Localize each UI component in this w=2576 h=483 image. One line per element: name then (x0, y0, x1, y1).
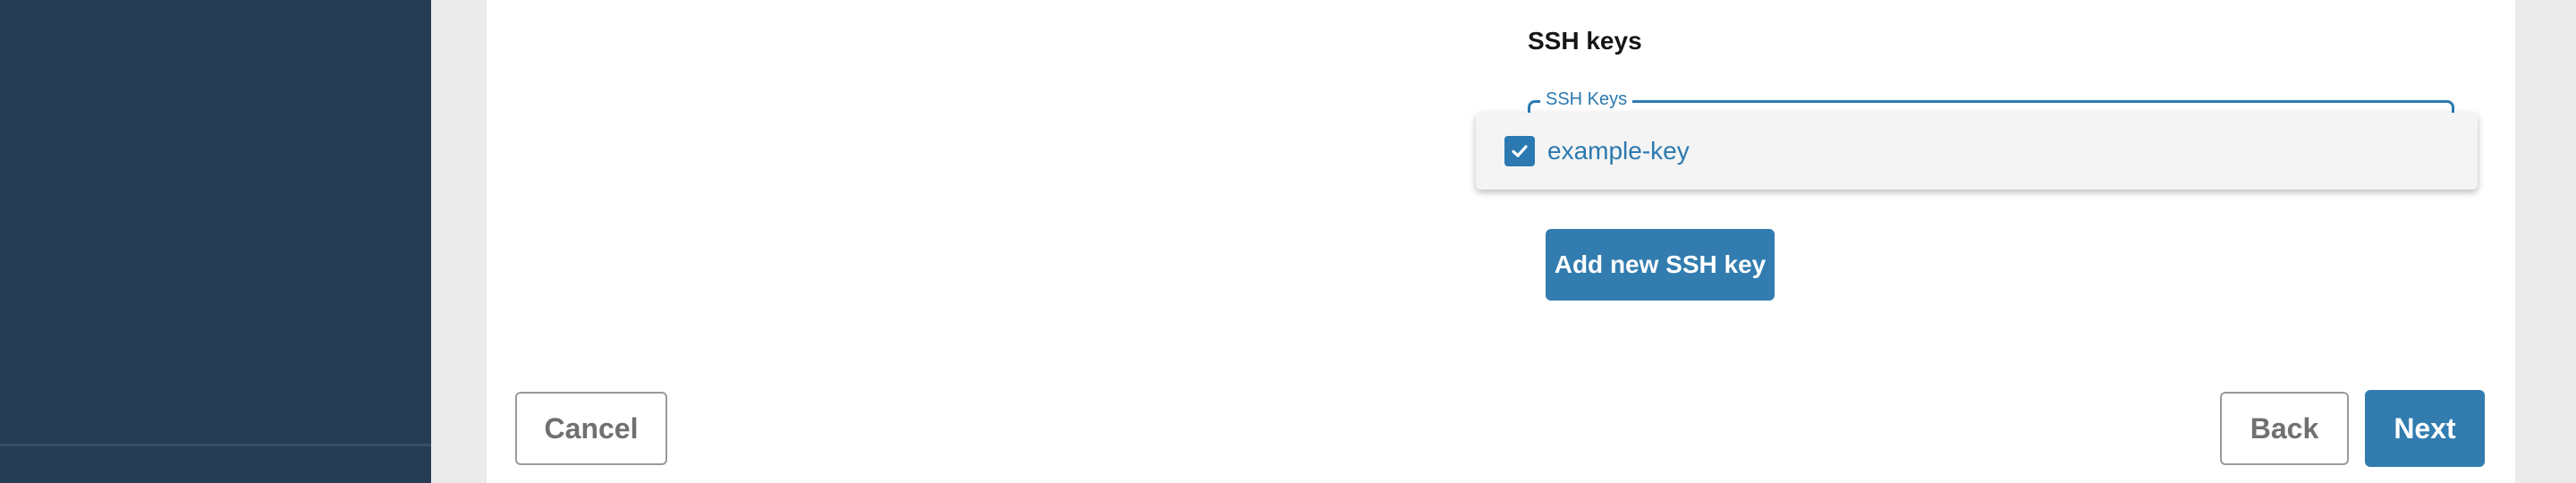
back-button[interactable]: Back (2220, 392, 2349, 465)
ssh-key-option-label[interactable]: example-key (1547, 136, 1690, 166)
ssh-key-checkbox[interactable] (1504, 136, 1535, 166)
ssh-keys-dropdown: example-key (1476, 113, 2478, 190)
sidebar-divider (0, 444, 431, 446)
next-button[interactable]: Next (2365, 390, 2485, 467)
main-panel (487, 0, 2515, 483)
add-ssh-key-button[interactable]: Add new SSH key (1546, 229, 1775, 301)
cancel-button[interactable]: Cancel (515, 392, 667, 465)
right-gutter (2515, 0, 2576, 483)
ssh-keys-field-legend: SSH Keys (1540, 89, 1633, 110)
ssh-keys-heading: SSH keys (1528, 27, 1642, 55)
left-gutter (431, 0, 487, 483)
sidebar (0, 0, 431, 483)
checkmark-icon (1512, 145, 1528, 157)
